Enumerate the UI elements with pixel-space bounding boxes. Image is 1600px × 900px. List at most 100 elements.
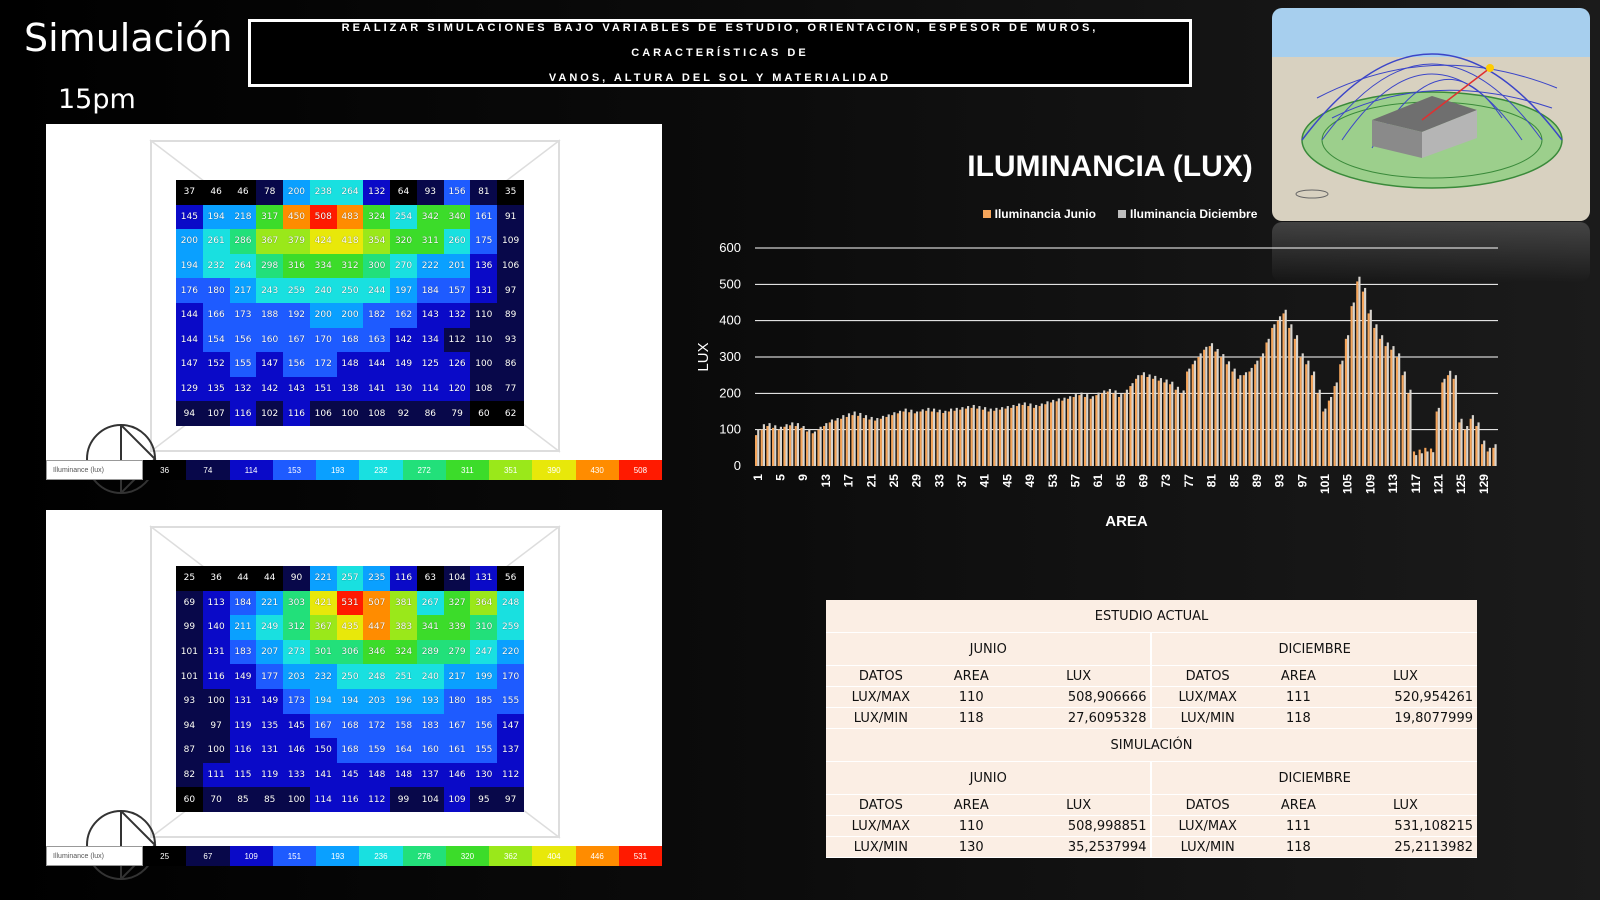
legend-swatch: 236: [359, 846, 403, 866]
grid-cell: 108: [363, 401, 391, 426]
bar-junio: [1197, 357, 1200, 466]
grid-cell: 143: [283, 376, 310, 402]
grid-cell: 120: [443, 376, 471, 402]
bar-junio: [868, 419, 871, 466]
legend-swatch: 25: [143, 846, 187, 866]
grid-cell: 131: [470, 278, 498, 303]
bar-junio: [1492, 447, 1495, 466]
grid-cell: 116: [283, 401, 310, 426]
grid-cell: 112: [443, 327, 471, 353]
x-tick-label: 129: [1477, 474, 1491, 494]
grid-cell: 100: [470, 352, 498, 377]
bar-diciembre: [1301, 353, 1304, 466]
bar-junio: [800, 427, 803, 466]
bar-diciembre: [1108, 388, 1111, 466]
grid-cell: 312: [336, 253, 364, 279]
bar-diciembre: [1063, 397, 1066, 466]
bar-diciembre: [881, 415, 885, 466]
sunpath-dome-icon: [1295, 53, 1563, 199]
bar-junio: [1395, 357, 1399, 466]
grid-cell: 383: [390, 615, 417, 640]
bar-junio: [1027, 406, 1030, 466]
grid-cell: 93: [416, 180, 444, 205]
y-tick-label: 500: [719, 276, 741, 291]
grid-cell: 243: [256, 278, 284, 303]
bar-junio: [1061, 400, 1064, 466]
legend-item-junio: Iluminancia Junio: [982, 207, 1096, 221]
grid-cell: 104: [443, 566, 471, 591]
grid-cell: 340: [443, 204, 471, 230]
grid-cell: 217: [229, 278, 257, 303]
legend-swatch: 193: [316, 460, 360, 480]
grid-cell: 339: [443, 615, 471, 640]
bar-diciembre: [961, 407, 964, 466]
grid-cell: 182: [363, 303, 391, 328]
bar-diciembre: [802, 426, 805, 466]
grid-cell: 77: [497, 376, 524, 402]
bar-diciembre: [1466, 426, 1469, 466]
grid-cell: 232: [309, 664, 337, 689]
bar-junio: [1032, 407, 1036, 466]
bar-junio: [1066, 398, 1070, 466]
bar-diciembre: [1261, 353, 1265, 466]
grid-cell: 238: [309, 180, 337, 205]
bar-diciembre: [870, 416, 873, 466]
legend-swatch: 404: [532, 846, 576, 866]
grid-cell: 176: [176, 278, 203, 303]
bar-diciembre: [808, 428, 811, 466]
grid-cell: 131: [229, 689, 257, 714]
bar-junio: [976, 408, 979, 466]
grid-cell: 306: [336, 639, 364, 665]
grid-cell: 483: [336, 204, 364, 230]
grid-cell: 158: [390, 713, 417, 739]
results-table: ESTUDIO ACTUAL JUNIO DICIEMBRE DATOS ARE…: [826, 600, 1477, 858]
month-header-junio: JUNIO: [826, 632, 1153, 666]
grid-cell: 211: [229, 615, 257, 640]
bar-junio: [1361, 291, 1365, 466]
grid-cell: 145: [283, 713, 310, 739]
bar-junio: [1418, 449, 1421, 466]
bar-diciembre: [1403, 371, 1406, 466]
grid-cell: 37: [176, 180, 203, 205]
grid-cell: 159: [363, 738, 391, 763]
grid-cell: 99: [390, 787, 417, 812]
grid-cell: 132: [443, 303, 471, 328]
grid-cell: 160: [416, 738, 444, 763]
bar-junio: [1407, 393, 1410, 466]
bar-diciembre: [1432, 452, 1435, 466]
bar-junio: [1293, 338, 1296, 466]
grid-cell: 193: [416, 689, 444, 714]
bar-diciembre: [1392, 346, 1395, 466]
grid-cell: 301: [309, 639, 337, 665]
month-header-diciembre: DICIEMBRE: [1151, 632, 1477, 666]
grid-cell: 132: [363, 180, 391, 205]
bar-junio: [1237, 378, 1240, 466]
bar-junio: [1203, 349, 1206, 466]
grid-cell: 131: [202, 639, 230, 665]
grid-cell: 259: [283, 278, 310, 303]
legend-swatch: 278: [402, 846, 446, 866]
grid-cell: 78: [256, 180, 284, 205]
bar-diciembre: [836, 418, 839, 466]
bar-diciembre: [1307, 360, 1310, 466]
grid-cell: 168: [336, 738, 364, 763]
grid-cell: 342: [416, 204, 444, 230]
bar-diciembre: [1233, 368, 1236, 466]
grid-cell: 235: [363, 566, 391, 591]
table-row: LUX/MIN 118 27,6095328 LUX/MIN 118 19,80…: [826, 707, 1477, 729]
bar-diciembre: [915, 411, 919, 466]
grid-cell: 196: [390, 689, 417, 714]
compass-icon: [86, 424, 157, 494]
bar-diciembre: [1080, 392, 1083, 466]
grid-cell: 197: [390, 278, 417, 303]
grid-cell: 114: [416, 376, 444, 402]
col-header-area: AREA: [935, 794, 1007, 816]
x-tick-label: 21: [864, 474, 878, 488]
bar-junio: [1271, 327, 1274, 466]
bar-junio: [1208, 346, 1211, 466]
bar-junio: [1310, 375, 1313, 466]
grid-cell: 207: [256, 639, 284, 665]
bar-diciembre: [830, 419, 834, 466]
bar-junio: [862, 418, 865, 466]
bar-diciembre: [1471, 415, 1474, 466]
